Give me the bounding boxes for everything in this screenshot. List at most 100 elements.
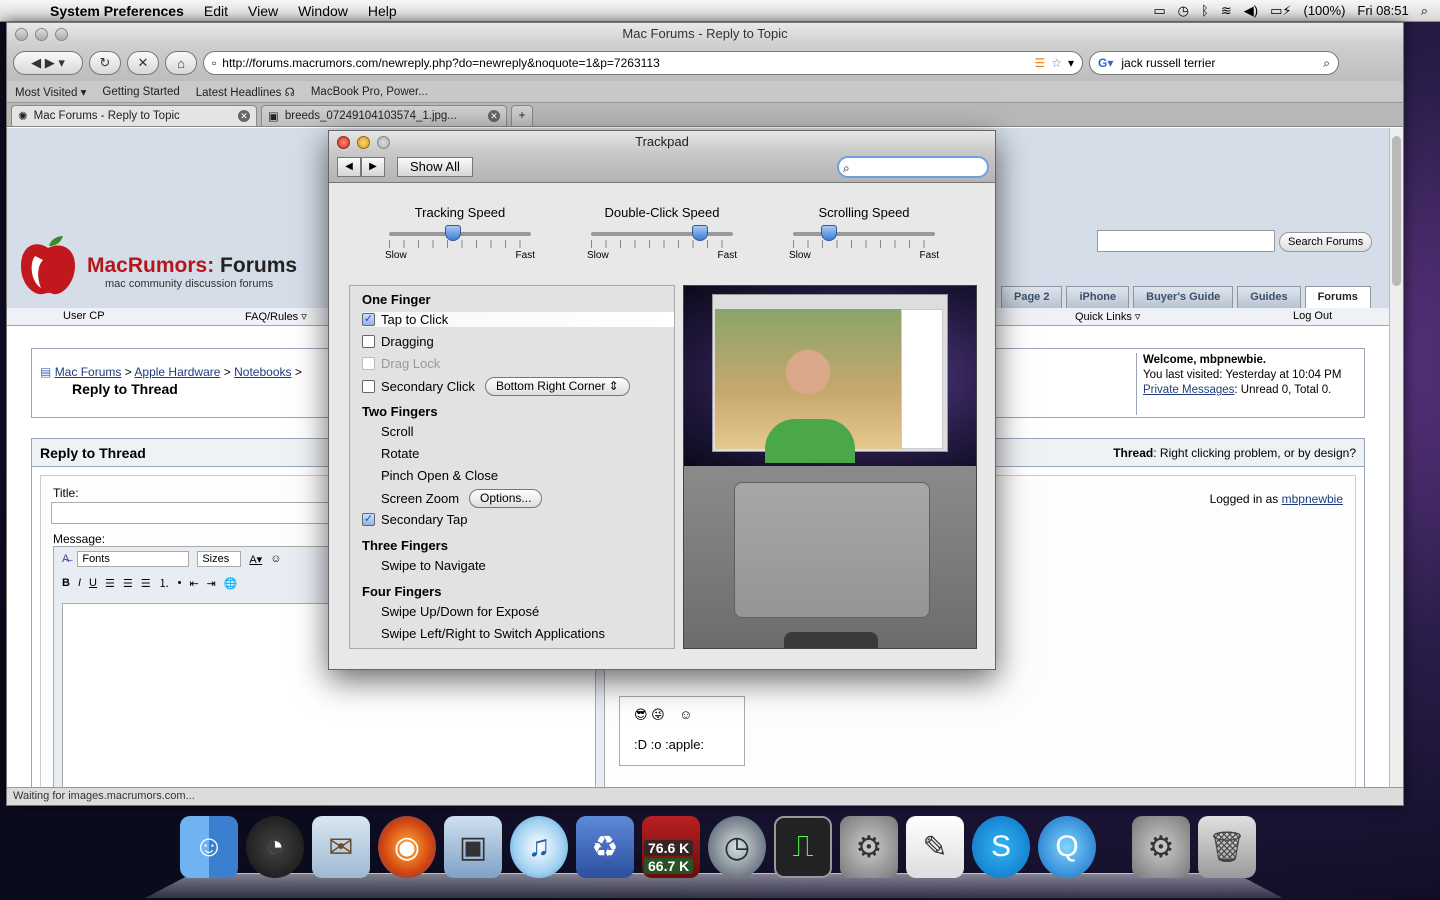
reload-button[interactable]: ↻ (89, 51, 121, 75)
recycle-icon[interactable]: ♻ (576, 816, 634, 878)
tracking-speed-slider[interactable] (389, 225, 531, 241)
search-icon[interactable]: ⌕ (1323, 56, 1330, 71)
vertical-scrollbar[interactable] (1389, 128, 1403, 787)
underline-icon[interactable]: U (89, 577, 97, 589)
align-center-icon[interactable]: ☰ (123, 577, 133, 590)
url-bar[interactable]: ▫ http://forums.macrumors.com/newreply.p… (203, 51, 1083, 75)
trash-icon[interactable]: 🗑 (1198, 816, 1256, 878)
slider-knob[interactable] (692, 225, 709, 241)
scrolling-speed-slider[interactable] (793, 225, 935, 241)
battery-percent[interactable]: (100%) (1303, 3, 1345, 18)
time-machine-icon[interactable]: ◷ (708, 816, 766, 878)
dragging-checkbox[interactable] (362, 335, 375, 348)
align-right-icon[interactable]: ☰ (141, 577, 151, 590)
rss-icon[interactable]: ☰ (1034, 56, 1045, 70)
activity-monitor-icon[interactable]: ⎍ (774, 816, 832, 878)
clock[interactable]: Fri 08:51 (1357, 3, 1408, 18)
back-forward-button[interactable]: ◀ ▶ ▾ (13, 51, 83, 75)
ordered-list-icon[interactable]: ⒈ (159, 575, 170, 591)
slider-knob[interactable] (820, 225, 837, 241)
bookmark-macbook-pro[interactable]: MacBook Pro, Power... (311, 86, 428, 98)
tab-breeds-image[interactable]: ▣ breeds_07249104103574_1.jpg... ✕ (261, 105, 507, 126)
secondary-click-checkbox[interactable] (362, 380, 375, 393)
link-icon[interactable]: 🌐 (224, 577, 238, 590)
system-preferences-icon[interactable]: ⚙ (840, 816, 898, 878)
minimize-icon[interactable] (35, 28, 48, 41)
site-search-input[interactable] (1097, 230, 1275, 252)
stop-button[interactable]: ✕ (127, 51, 159, 75)
menu-help[interactable]: Help (358, 3, 407, 19)
secondary-click-popup[interactable]: Bottom Right Corner ⇕ (484, 377, 630, 396)
skype-icon[interactable]: S (972, 816, 1030, 878)
wifi-icon[interactable]: ≋ (1221, 3, 1232, 19)
close-icon[interactable] (337, 136, 350, 149)
font-select[interactable]: Fonts (77, 551, 190, 567)
google-icon[interactable]: G▾ (1098, 56, 1113, 70)
smiley-icon[interactable]: ☺ (270, 553, 281, 565)
show-all-button[interactable]: Show All (397, 157, 473, 177)
zoom-icon[interactable] (377, 136, 390, 149)
close-icon[interactable] (15, 28, 28, 41)
menu-window[interactable]: Window (288, 3, 358, 19)
unordered-list-icon[interactable]: • (178, 577, 182, 589)
finder-icon[interactable]: ☺ (180, 816, 238, 878)
breadcrumb-apple-hardware[interactable]: Apple Hardware (134, 365, 220, 379)
slider-knob[interactable] (444, 225, 461, 241)
battery-icon[interactable]: ▭⚡ (1270, 3, 1291, 19)
secondary-tap-checkbox[interactable]: ✓ (362, 513, 375, 526)
home-button[interactable]: ⌂ (165, 51, 197, 75)
tap-to-click-checkbox[interactable]: ✓ (362, 313, 375, 326)
prefs-search-input[interactable]: ⌕ (837, 156, 989, 178)
dragging-row[interactable]: Dragging (362, 334, 434, 349)
bookmark-getting-started[interactable]: Getting Started (102, 86, 179, 98)
textedit-icon[interactable]: ✎ (906, 816, 964, 878)
dashboard-icon[interactable]: ◔ (246, 816, 304, 878)
site-logo[interactable]: MacRumors: Forums mac community discussi… (17, 234, 317, 298)
zoom-icon[interactable] (55, 28, 68, 41)
user-cp-link[interactable]: User CP (63, 310, 105, 322)
forward-icon[interactable]: ▶ (45, 55, 55, 71)
private-messages-link[interactable]: Private Messages (1143, 384, 1234, 396)
align-left-icon[interactable]: ☰ (105, 577, 115, 590)
secondary-tap-row[interactable]: ✓ Secondary Tap (362, 512, 468, 527)
network-monitor-icon[interactable]: 76.6 K 66.7 K (642, 816, 700, 878)
logged-in-user-link[interactable]: mbpnewbie (1282, 492, 1343, 506)
close-tab-icon[interactable]: ✕ (488, 110, 500, 122)
forward-icon[interactable]: ▶ (361, 157, 385, 177)
bold-icon[interactable]: B (62, 577, 70, 589)
secondary-click-row[interactable]: Secondary Click Bottom Right Corner ⇕ (362, 377, 630, 396)
new-tab-button[interactable]: + (511, 105, 533, 126)
quicktime-icon[interactable]: Q (1038, 816, 1096, 878)
itunes-icon[interactable]: ♫ (510, 816, 568, 878)
search-bar[interactable]: G▾ jack russell terrier ⌕ (1089, 51, 1339, 75)
smiley-row-icons[interactable]: 😎 😜 ☺ (634, 707, 692, 723)
smilies-codes[interactable]: :D :o :apple: (634, 737, 704, 752)
tab-guides[interactable]: Guides (1237, 286, 1301, 308)
quick-links-link[interactable]: Quick Links ▿ (1075, 310, 1140, 323)
volume-icon[interactable]: ◀) (1244, 3, 1258, 19)
faq-rules-link[interactable]: FAQ/Rules ▿ (245, 310, 307, 323)
bookmark-most-visited[interactable]: Most Visited ▾ (15, 85, 86, 99)
outdent-icon[interactable]: ⇤ (189, 577, 198, 590)
menu-edit[interactable]: Edit (194, 3, 238, 19)
back-icon[interactable]: ◀ (337, 157, 361, 177)
close-tab-icon[interactable]: ✕ (238, 110, 250, 122)
iphoto-icon[interactable]: ▣ (444, 816, 502, 878)
bluetooth-icon[interactable]: ᛒ (1201, 3, 1209, 18)
url-text[interactable]: http://forums.macrumors.com/newreply.php… (222, 56, 1028, 70)
italic-icon[interactable]: I (78, 577, 81, 589)
tab-buyers-guide[interactable]: Buyer's Guide (1133, 286, 1234, 308)
indent-icon[interactable]: ⇥ (207, 577, 216, 590)
url-dropdown-icon[interactable]: ▾ (1068, 56, 1074, 70)
bookmark-star-icon[interactable]: ☆ (1051, 56, 1062, 70)
time-machine-menu-icon[interactable]: ◷ (1178, 3, 1189, 19)
system-preferences-2-icon[interactable]: ⚙ (1132, 816, 1190, 878)
back-icon[interactable]: ◀ (31, 55, 41, 71)
breadcrumb-notebooks[interactable]: Notebooks (234, 365, 291, 379)
display-icon[interactable]: ▭ (1153, 3, 1165, 19)
tab-reply-to-topic[interactable]: ✺ Mac Forums - Reply to Topic ✕ (11, 105, 257, 126)
mail-icon[interactable]: ✉ (312, 816, 370, 878)
spotlight-icon[interactable]: ⌕ (1421, 3, 1428, 19)
text-color-icon[interactable]: A▾ (249, 553, 262, 566)
firefox-icon[interactable]: ◉ (378, 816, 436, 878)
